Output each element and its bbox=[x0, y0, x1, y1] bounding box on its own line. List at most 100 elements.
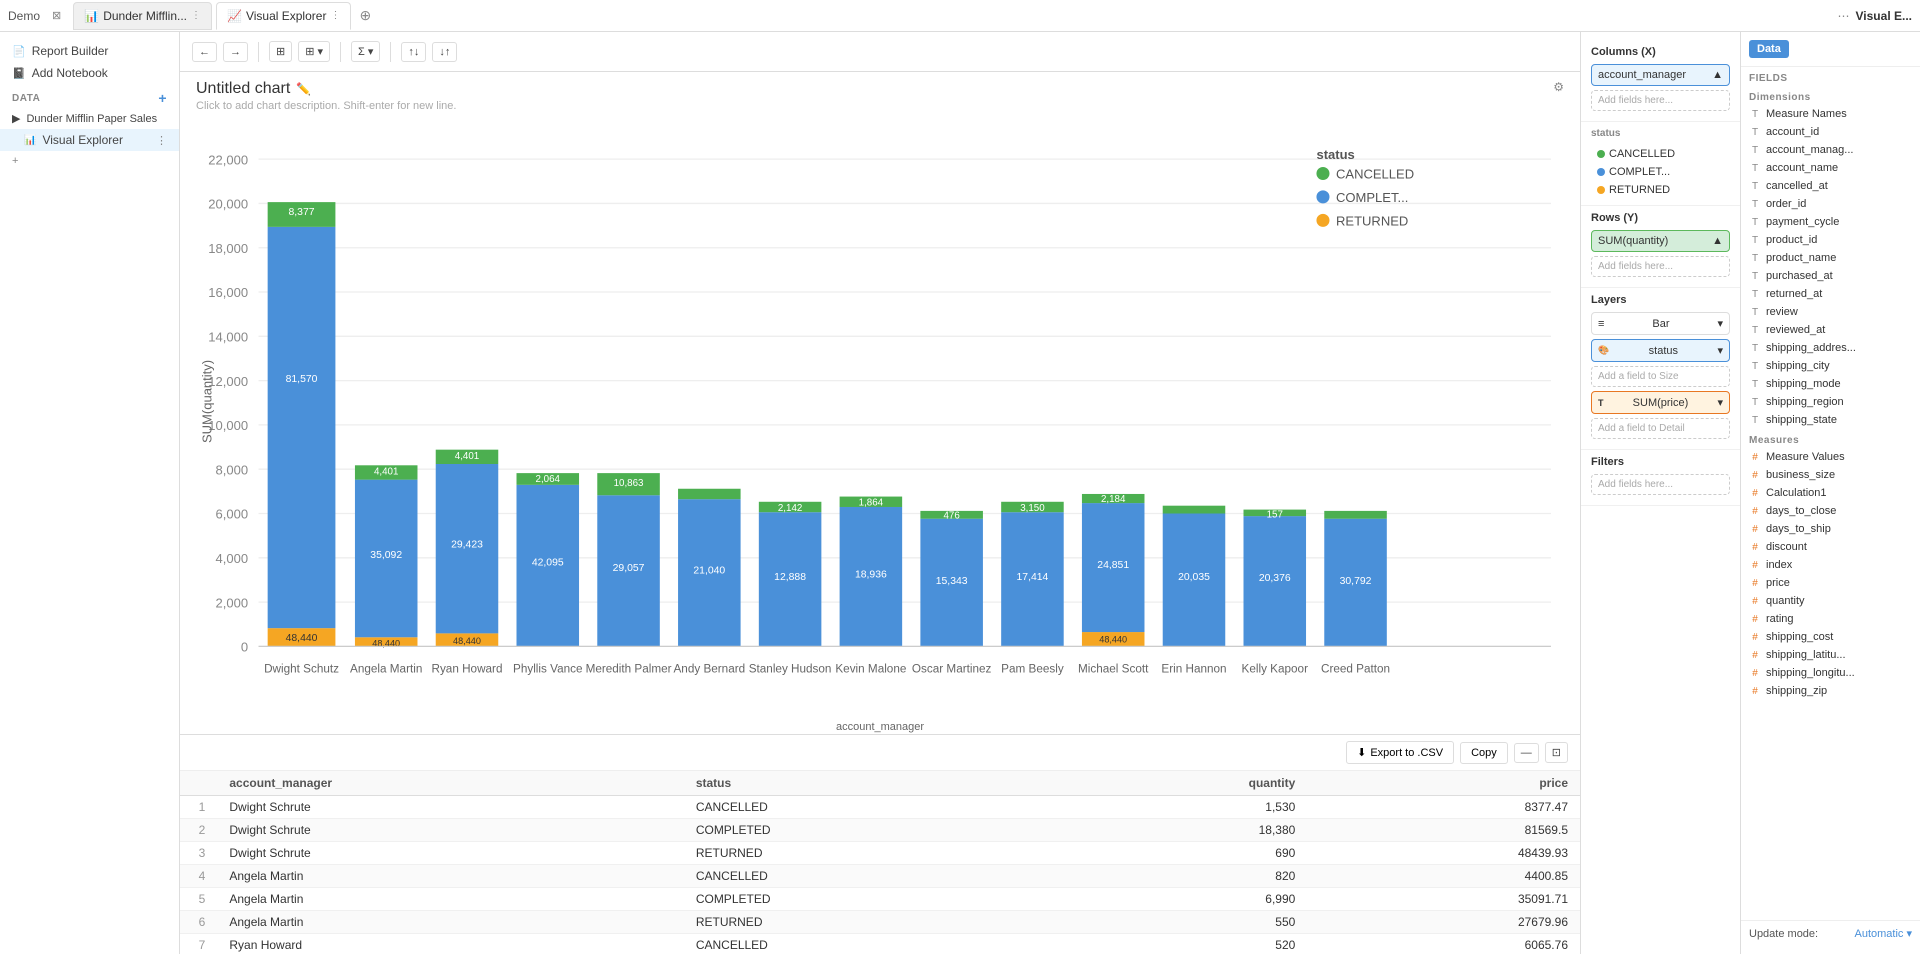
dataset-label: Dunder Mifflin Paper Sales bbox=[26, 113, 157, 125]
table-expand-btn[interactable]: ⊡ bbox=[1545, 742, 1568, 763]
sort-desc-btn[interactable]: ↓↑ bbox=[432, 42, 457, 62]
chart-settings-btn[interactable]: ⚙ bbox=[1553, 80, 1564, 94]
dimension-item[interactable]: Tshipping_addres... bbox=[1741, 339, 1920, 357]
sidebar-add-icon[interactable]: + bbox=[158, 90, 167, 106]
chart-title-text: Untitled chart bbox=[196, 80, 290, 98]
dimension-item[interactable]: Tpayment_cycle bbox=[1741, 213, 1920, 231]
dimension-item[interactable]: Treturned_at bbox=[1741, 285, 1920, 303]
row-status: RETURNED bbox=[684, 842, 1047, 865]
chart-header: Untitled chart ✏️ Click to add chart des… bbox=[196, 80, 456, 112]
dimension-item[interactable]: Tshipping_mode bbox=[1741, 375, 1920, 393]
dimension-item[interactable]: Tshipping_region bbox=[1741, 393, 1920, 411]
window-controls[interactable]: ⊠ bbox=[52, 9, 61, 22]
rows-title: Rows (Y) bbox=[1591, 212, 1730, 224]
rows-field[interactable]: SUM(quantity) ▲ bbox=[1591, 230, 1730, 252]
dimension-item[interactable]: Torder_id bbox=[1741, 195, 1920, 213]
sidebar-add-item[interactable]: + bbox=[0, 151, 179, 171]
measure-type-icon: # bbox=[1749, 578, 1761, 589]
copy-btn[interactable]: Copy bbox=[1460, 742, 1508, 764]
returned-label: RETURNED bbox=[1609, 184, 1724, 196]
row-quantity: 820 bbox=[1047, 865, 1307, 888]
add-icon: + bbox=[12, 155, 18, 167]
dimension-item[interactable]: Tshipping_state bbox=[1741, 411, 1920, 429]
sidebar-item-visual-explorer[interactable]: 📊 Visual Explorer ⋮ bbox=[0, 129, 179, 151]
dimension-item[interactable]: Treview bbox=[1741, 303, 1920, 321]
update-mode-value[interactable]: Automatic ▾ bbox=[1855, 927, 1913, 940]
table-scroll[interactable]: account_manager status quantity price 1 … bbox=[180, 771, 1580, 954]
svg-text:10,863: 10,863 bbox=[614, 478, 644, 489]
measure-item[interactable]: #Calculation1 bbox=[1741, 484, 1920, 502]
view-btn-1[interactable]: ⊞ bbox=[269, 41, 292, 62]
dimension-item[interactable]: TMeasure Names bbox=[1741, 105, 1920, 123]
dimension-item[interactable]: Tproduct_id bbox=[1741, 231, 1920, 249]
export-csv-btn[interactable]: ⬇ Export to .CSV bbox=[1346, 741, 1454, 764]
tab-dunder-more[interactable]: ⋮ bbox=[191, 10, 201, 21]
table-view-btn[interactable]: — bbox=[1514, 743, 1539, 763]
measure-item[interactable]: #rating bbox=[1741, 610, 1920, 628]
measure-item[interactable]: #quantity bbox=[1741, 592, 1920, 610]
share-icon[interactable]: ⋯ bbox=[1838, 9, 1850, 23]
measure-item[interactable]: #shipping_cost bbox=[1741, 628, 1920, 646]
measure-item[interactable]: #business_size bbox=[1741, 466, 1920, 484]
dimension-item[interactable]: Tshipping_city bbox=[1741, 357, 1920, 375]
left-sidebar: 📄 Report Builder 📓 Add Notebook DATA + ▶… bbox=[0, 32, 180, 954]
dimension-item[interactable]: Tcancelled_at bbox=[1741, 177, 1920, 195]
dimension-item[interactable]: Tproduct_name bbox=[1741, 249, 1920, 267]
svg-text:22,000: 22,000 bbox=[208, 152, 248, 167]
tab-visual-more[interactable]: ⋮ bbox=[330, 10, 340, 21]
sidebar-item-dataset[interactable]: ▶ Dunder Mifflin Paper Sales bbox=[0, 108, 179, 129]
layer-field[interactable]: 🎨 status ▾ bbox=[1591, 339, 1730, 362]
sum-btn[interactable]: Σ ▾ bbox=[351, 41, 380, 62]
back-btn[interactable]: ← bbox=[192, 42, 217, 62]
new-tab-btn[interactable]: ⊕ bbox=[359, 7, 371, 24]
measure-item[interactable]: #days_to_close bbox=[1741, 502, 1920, 520]
row-status: CANCELLED bbox=[684, 865, 1047, 888]
columns-placeholder[interactable]: Add fields here... bbox=[1591, 90, 1730, 111]
dimension-item[interactable]: Taccount_name bbox=[1741, 159, 1920, 177]
filter-placeholder[interactable]: Add fields here... bbox=[1591, 474, 1730, 495]
visual-explorer-more-icon[interactable]: ⋮ bbox=[156, 134, 167, 147]
size-placeholder[interactable]: Add a field to Size bbox=[1591, 366, 1730, 387]
sidebar-item-add-notebook[interactable]: 📓 Add Notebook bbox=[0, 62, 179, 84]
field-type-icon: T bbox=[1749, 163, 1761, 174]
dimension-item[interactable]: Treviewed_at bbox=[1741, 321, 1920, 339]
tab-dunder[interactable]: 📊 Dunder Mifflin... ⋮ bbox=[73, 2, 212, 30]
completed-label: COMPLET... bbox=[1609, 166, 1724, 178]
forward-btn[interactable]: → bbox=[223, 42, 248, 62]
edit-title-icon[interactable]: ✏️ bbox=[296, 82, 311, 96]
svg-text:20,000: 20,000 bbox=[208, 197, 248, 212]
sort-asc-btn[interactable]: ↑↓ bbox=[401, 42, 426, 62]
rows-field-label: SUM(quantity) bbox=[1598, 235, 1668, 247]
measure-item[interactable]: #Measure Values bbox=[1741, 448, 1920, 466]
measure-item[interactable]: #shipping_zip bbox=[1741, 682, 1920, 700]
view-btn-2[interactable]: ⊞ ▾ bbox=[298, 41, 330, 62]
measure-item[interactable]: #discount bbox=[1741, 538, 1920, 556]
measure-item[interactable]: #index bbox=[1741, 556, 1920, 574]
tab-visual[interactable]: 📈 Visual Explorer ⋮ bbox=[216, 2, 351, 30]
layer-text-field[interactable]: T SUM(price) ▾ bbox=[1591, 391, 1730, 414]
measure-name: quantity bbox=[1766, 595, 1805, 607]
detail-placeholder[interactable]: Add a field to Detail bbox=[1591, 418, 1730, 439]
layer-type-dropdown[interactable]: ≡ Bar ▾ bbox=[1591, 312, 1730, 335]
sidebar-item-report-builder[interactable]: 📄 Report Builder bbox=[0, 40, 179, 62]
field-type-icon: T bbox=[1749, 325, 1761, 336]
chart-description[interactable]: Click to add chart description. Shift-en… bbox=[196, 100, 456, 112]
measure-item[interactable]: #shipping_latitu... bbox=[1741, 646, 1920, 664]
columns-field[interactable]: account_manager ▲ bbox=[1591, 64, 1730, 86]
field-name: shipping_addres... bbox=[1766, 342, 1856, 354]
svg-text:6,000: 6,000 bbox=[216, 507, 249, 522]
table-row: 3 Dwight Schrute RETURNED 690 48439.93 bbox=[180, 842, 1580, 865]
measure-item[interactable]: #days_to_ship bbox=[1741, 520, 1920, 538]
cancelled-dot bbox=[1597, 150, 1605, 158]
row-num: 6 bbox=[180, 911, 217, 934]
dimension-item[interactable]: Taccount_manag... bbox=[1741, 141, 1920, 159]
columns-field-label: account_manager bbox=[1598, 69, 1686, 81]
dimension-item[interactable]: Taccount_id bbox=[1741, 123, 1920, 141]
measure-item[interactable]: #shipping_longitu... bbox=[1741, 664, 1920, 682]
measure-item[interactable]: #price bbox=[1741, 574, 1920, 592]
table-row: 5 Angela Martin COMPLETED 6,990 35091.71 bbox=[180, 888, 1580, 911]
row-num: 1 bbox=[180, 796, 217, 819]
rows-placeholder[interactable]: Add fields here... bbox=[1591, 256, 1730, 277]
fields-tab-data[interactable]: Data bbox=[1749, 40, 1789, 58]
dimension-item[interactable]: Tpurchased_at bbox=[1741, 267, 1920, 285]
